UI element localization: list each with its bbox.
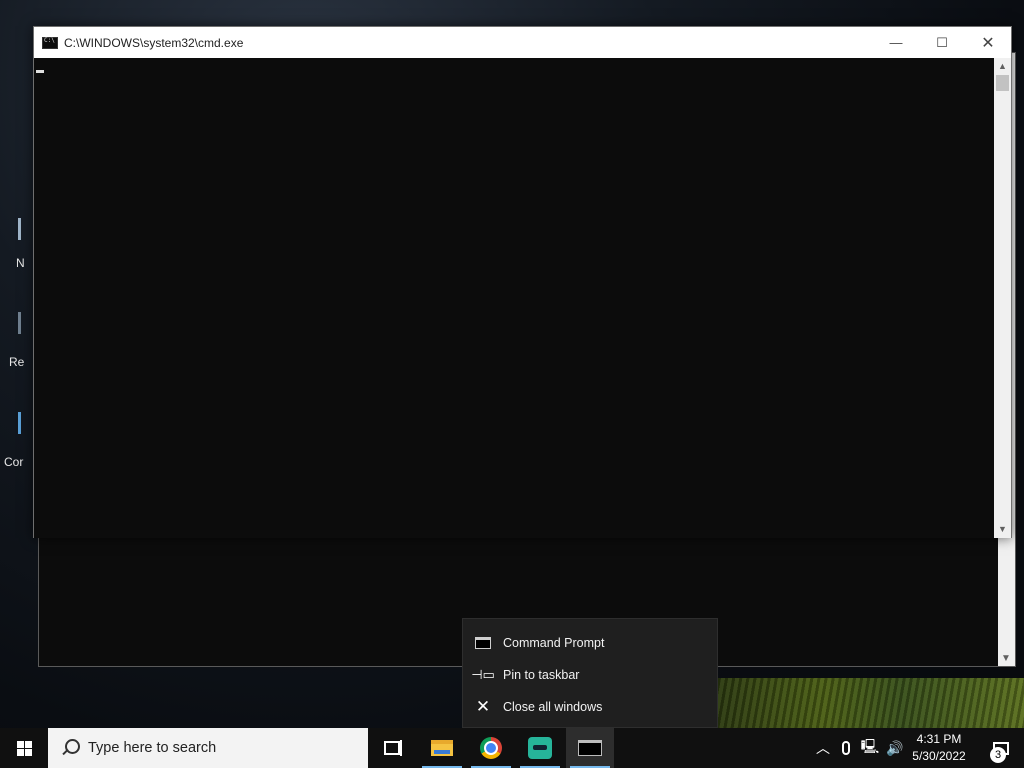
taskbar-file-explorer[interactable]	[418, 728, 466, 768]
clock-time: 4:31 PM	[916, 732, 962, 746]
taskbar-green-app[interactable]	[516, 728, 564, 768]
pin-icon: ⊣▭	[471, 667, 495, 682]
jumplist-label: Command Prompt	[503, 636, 605, 650]
scroll-thumb[interactable]	[996, 75, 1009, 91]
scroll-down-icon[interactable]: ▼	[1001, 653, 1011, 664]
desktop: N Re Cor	[0, 0, 36, 728]
microphone-button[interactable]	[836, 728, 856, 768]
desktop-icon[interactable]	[18, 218, 21, 240]
maximize-button[interactable]: ☐	[919, 27, 965, 58]
task-view-button[interactable]	[368, 728, 416, 768]
cmd-icon	[475, 637, 491, 649]
taskbar: Type here to search ︿ 🖳 🔊 4:31 PM 5/30/2…	[0, 728, 1024, 768]
volume-icon: 🔊	[886, 739, 904, 756]
console-area[interactable]	[34, 58, 996, 538]
desktop-icon[interactable]	[18, 412, 21, 434]
title-bar[interactable]: C:\WINDOWS\system32\cmd.exe — ☐ ✕	[34, 27, 1011, 58]
microphone-icon	[842, 741, 850, 755]
window-title: C:\WINDOWS\system32\cmd.exe	[64, 35, 244, 50]
taskbar-command-prompt[interactable]	[566, 728, 614, 768]
jumplist-label: Pin to taskbar	[503, 668, 580, 682]
show-hidden-icons-button[interactable]: ︿	[812, 728, 834, 768]
minimize-button[interactable]: —	[873, 27, 919, 58]
jumplist-item-pin-to-taskbar[interactable]: ⊣▭ Pin to taskbar	[463, 659, 717, 691]
search-icon	[60, 738, 80, 758]
chrome-icon	[480, 737, 502, 759]
taskbar-chrome[interactable]	[467, 728, 515, 768]
start-button[interactable]	[0, 728, 48, 768]
task-view-icon	[384, 740, 402, 756]
desktop-icon-label: Cor	[4, 455, 24, 469]
folder-icon	[431, 740, 453, 756]
wallpaper-grass	[718, 678, 1024, 728]
close-button[interactable]: ✕	[965, 27, 1011, 58]
text-cursor	[36, 70, 44, 73]
desktop-icon-label: Re	[9, 355, 25, 369]
volume-button[interactable]: 🔊	[884, 728, 906, 768]
cmd-icon	[578, 740, 602, 756]
jumplist-item-command-prompt[interactable]: Command Prompt	[463, 627, 717, 659]
close-icon: ✕	[475, 697, 491, 716]
vertical-scrollbar[interactable]: ▲ ▼	[994, 58, 1011, 538]
network-icon: 🖳	[860, 738, 880, 754]
scroll-up-icon[interactable]: ▲	[994, 58, 1011, 75]
notification-badge: 3	[990, 747, 1006, 763]
windows-logo-icon	[16, 740, 32, 756]
jumplist-label: Close all windows	[503, 700, 603, 714]
cmd-window[interactable]: C:\WINDOWS\system32\cmd.exe — ☐ ✕ ▲ ▼	[33, 26, 1012, 538]
network-button[interactable]: 🖳	[858, 728, 882, 768]
clock[interactable]: 4:31 PM 5/30/2022	[906, 731, 972, 765]
jump-list: Command Prompt ⊣▭ Pin to taskbar ✕ Close…	[462, 618, 718, 728]
chevron-up-icon: ︿	[816, 740, 830, 756]
scroll-down-icon[interactable]: ▼	[994, 521, 1011, 538]
search-box[interactable]: Type here to search	[48, 728, 368, 768]
search-placeholder: Type here to search	[88, 740, 217, 756]
jumplist-item-close-all-windows[interactable]: ✕ Close all windows	[463, 691, 717, 723]
desktop-icon[interactable]	[18, 312, 21, 334]
clock-date: 5/30/2022	[912, 749, 966, 763]
desktop-icon-label: N	[16, 256, 25, 270]
cmd-icon[interactable]	[42, 36, 58, 49]
app-icon	[528, 737, 552, 759]
